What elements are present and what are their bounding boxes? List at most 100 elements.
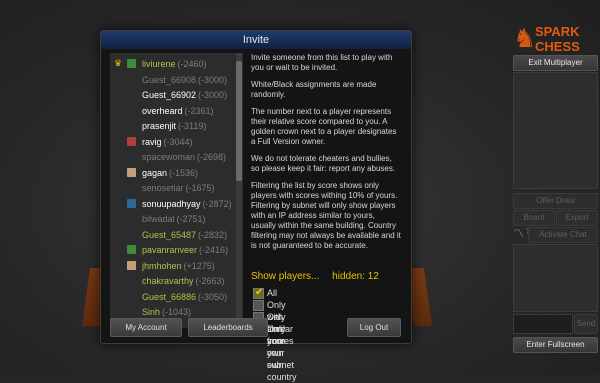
player-name-text: overheard [142,105,183,116]
player-row[interactable]: Guest_66886 (-3050) [110,290,243,304]
player-info-panel [513,72,598,189]
filter-label: All [267,288,278,298]
player-name: Guest_66886 (-3050) [142,290,227,304]
avatar-icon [127,260,136,270]
chat-input[interactable] [513,314,573,334]
player-score: (-2698) [197,152,227,162]
player-name-text: sonuupadhyay [142,198,201,209]
checkmark-icon: ✔ [255,287,264,298]
checkbox[interactable] [253,300,264,311]
player-name-text: chakravarthy [142,276,194,286]
player-score: (-3119) [178,121,207,131]
player-name: gagan (-1536) [142,166,198,180]
logo-text-line1: SPARK [535,24,580,39]
player-name: bilwadal (-2751) [142,212,206,226]
player-name-text: gagan [142,167,168,178]
player-score: (-2416) [199,245,229,255]
player-name: spacewoman (-2698) [142,150,226,164]
player-row[interactable]: ♛ liviurene (-2460) [110,57,243,71]
player-name: chakravarthy (-2663) [142,274,225,288]
filter-label: Only from your own country [267,324,297,382]
player-name-text: Guest_66886 [142,291,197,302]
export-pgn-button[interactable]: Export PGN [556,210,598,236]
chat-toggle-icon[interactable]: 〽 [513,227,525,241]
avatar-icon [127,59,136,68]
avatar-icon [127,167,136,177]
info-paragraph: Invite someone from this list to play wi… [251,53,393,72]
my-account-button[interactable]: My Account [110,318,182,337]
info-paragraph: We do not tolerate cheaters and bullies,… [251,154,396,173]
log-out-button[interactable]: Log Out [347,318,401,337]
player-name-text: Guest_66908 [142,74,197,85]
player-row[interactable]: jhmhohen (+1275) [110,259,243,273]
player-row[interactable]: gagan (-1536) [110,166,243,180]
player-score: (-2460) [177,59,207,69]
player-name: ravig (-3044) [142,135,193,149]
player-list[interactable]: ♛ liviurene (-2460) Guest_66908 (-3000) Guest… [110,53,243,328]
player-row[interactable]: overheard (-2361) [110,104,243,118]
offer-draw-button[interactable]: Offer Draw [513,193,598,209]
player-score: (-1043) [162,307,192,317]
player-row[interactable]: chakravarthy (-2663) [110,274,243,288]
player-row[interactable]: bilwadal (-2751) [110,212,243,226]
player-row[interactable]: prasenjit (-3119) [110,119,243,133]
player-score: (-1536) [169,167,199,178]
player-name-text: prasenjit [142,121,177,131]
player-row[interactable]: ravig (-3044) [110,135,243,149]
player-name-text: senosetiar [142,183,184,193]
dialog-title: Invite [101,31,411,49]
player-score: (-3044) [163,136,193,147]
info-paragraph: Filtering the list by score shows only p… [251,181,401,250]
sparkchess-logo: ♞ SPARK CHESS [513,22,597,56]
player-row[interactable]: spacewoman (-2698) [110,150,243,164]
player-row[interactable]: Guest_66902 (-3000) [110,88,243,102]
logo-text-line2: CHESS [535,39,580,54]
player-name: sonuupadhyay (-2872) [142,197,232,211]
player-row[interactable]: Guest_66908 (-3000) [110,73,243,87]
scrollbar-thumb[interactable] [236,61,242,181]
player-list-scrollbar[interactable] [236,53,242,328]
hidden-count: hidden: 12 [332,271,379,282]
player-name: Guest_66908 (-3000) [142,73,227,87]
player-score: (-3000) [198,90,228,100]
player-name-text: pavanranveer [142,245,198,255]
invite-dialog: Invite ♛ liviurene (-2460) Guest_66908 (-300… [100,30,412,382]
info-paragraph: White/Black assignments are made randoml… [251,80,377,99]
player-name-text: liviurene [142,59,176,69]
info-paragraph: The number next to a player represents t… [251,107,397,146]
player-name-text: jhmhohen [142,260,182,271]
player-name-text: Guest_65487 [142,229,197,240]
player-score: (-2832) [198,229,228,240]
checkbox[interactable]: ✔ [253,287,264,299]
chat-log-panel [513,244,598,312]
activate-chat-button[interactable]: Activate Chat [528,227,598,243]
player-name: senosetiar (-1675) [142,181,215,195]
player-name: Guest_65487 (-2832) [142,228,227,242]
player-row[interactable]: Guest_65487 (-2832) [110,228,243,242]
leaderboards-button[interactable]: Leaderboards [188,318,268,337]
player-name: overheard (-2361) [142,104,214,118]
send-button[interactable]: Send [574,314,598,334]
player-row[interactable]: Sinh (-1043) [110,305,243,319]
player-score: (-3000) [198,74,228,85]
player-score: (-3050) [198,291,228,302]
exit-multiplayer-button[interactable]: Exit Multiplayer [513,55,598,71]
player-row[interactable]: sonuupadhyay (-2872) [110,197,243,211]
knight-logo-icon: ♞ [513,23,537,53]
player-name-text: Guest_66902 [142,90,197,100]
player-row[interactable]: senosetiar (-1675) [110,181,243,195]
player-row[interactable]: pavanranveer (-2416) [110,243,243,257]
player-score: (-1675) [185,183,215,193]
board-type-button[interactable]: Board Type [513,210,555,236]
player-score: (-2361) [184,105,214,116]
player-name: liviurene (-2460) [142,57,207,71]
player-score: (+1275) [183,260,215,271]
avatar-icon [127,198,136,208]
player-name-text: bilwadal [142,214,175,224]
crown-icon: ♛ [114,58,123,68]
player-name: jhmhohen (+1275) [142,259,215,273]
enter-fullscreen-button[interactable]: Enter Fullscreen [513,337,598,353]
player-score: (-2751) [176,214,206,224]
player-name: Guest_66902 (-3000) [142,88,227,102]
avatar-icon [127,245,136,254]
